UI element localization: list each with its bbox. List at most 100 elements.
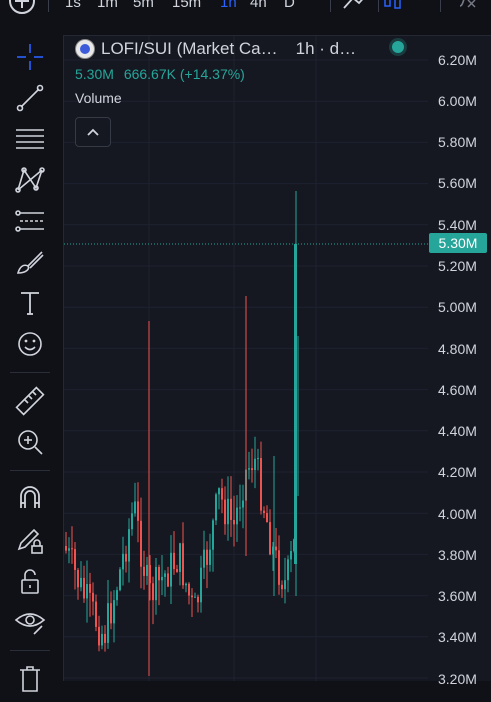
emoji-icon[interactable]: [12, 326, 48, 362]
chart-type-dropdown-icon[interactable]: [414, 0, 428, 10]
candle-body: [215, 494, 217, 521]
brush-icon[interactable]: [12, 244, 48, 280]
candle-body: [161, 576, 163, 581]
crosshair-icon[interactable]: [12, 39, 48, 75]
price-tick: 4.40M: [438, 423, 477, 439]
timeframe-d[interactable]: D: [284, 0, 295, 11]
timeframe-1h[interactable]: 1h: [220, 0, 237, 11]
timeframe-1s[interactable]: 1s: [65, 0, 81, 11]
candle-body: [251, 468, 253, 471]
price-tick: 5.40M: [438, 217, 477, 233]
symbol-logo-icon: [75, 39, 95, 59]
candle-body: [167, 573, 169, 587]
price-tick: 5.80M: [438, 134, 477, 150]
line-chart-type-icon[interactable]: [342, 0, 372, 12]
candle-body: [119, 569, 121, 591]
lock-drawing-icon[interactable]: [12, 522, 48, 558]
trend-line-icon[interactable]: [12, 80, 48, 116]
price-tick: 4.80M: [438, 341, 477, 357]
candle-body: [236, 507, 238, 525]
candle-body: [65, 546, 67, 551]
timeframe-1m[interactable]: 1m: [97, 0, 118, 11]
price-axis[interactable]: 6.20M 6.00M 5.80M 5.60M 5.40M 5.20M 5.00…: [428, 35, 491, 687]
candle-body: [206, 549, 208, 565]
price-tick: 6.20M: [438, 52, 477, 68]
timeframe-4h[interactable]: 4h: [250, 0, 267, 11]
candle-body: [242, 500, 244, 508]
candle-body: [143, 566, 145, 576]
market-status-icon[interactable]: [392, 41, 404, 53]
candlestick-plot: [64, 36, 429, 681]
price-tick: 3.60M: [438, 588, 477, 604]
candle-body: [188, 583, 190, 596]
candle-body: [122, 553, 124, 570]
candle-body: [134, 501, 136, 514]
candle-body: [95, 601, 97, 627]
candle-body: [89, 584, 91, 593]
candle-body: [284, 580, 286, 590]
candle-body: [212, 520, 214, 550]
price-tick: 4.20M: [438, 464, 477, 480]
candle-body: [158, 566, 160, 581]
candle-body: [185, 583, 187, 586]
trash-icon[interactable]: [12, 661, 48, 697]
candle-body: [68, 548, 70, 551]
candle-body: [170, 552, 172, 587]
candle-body: [248, 468, 250, 470]
symbol-title[interactable]: LOFI/SUI (Market Ca…: [101, 39, 278, 59]
candle-body: [104, 633, 106, 643]
candle-chart-type-icon[interactable]: [382, 0, 404, 12]
add-symbol-icon[interactable]: [9, 0, 35, 14]
candle-body: [71, 548, 73, 550]
candle-body: [203, 549, 205, 568]
candle-body: [116, 590, 118, 601]
candle-body: [230, 498, 232, 520]
pattern-icon[interactable]: [12, 162, 48, 198]
sidebar-divider: [10, 650, 50, 651]
timeframe-15m[interactable]: 15m: [172, 0, 201, 11]
candle-body: [152, 583, 154, 601]
zoom-in-icon[interactable]: [12, 424, 48, 460]
candle-body: [125, 553, 127, 562]
candle-body: [131, 513, 133, 530]
indicators-icon[interactable]: [456, 0, 478, 12]
collapse-legend-button[interactable]: [75, 117, 111, 147]
eye-icon[interactable]: [12, 604, 48, 640]
candle-body: [239, 507, 241, 509]
fib-icon[interactable]: [12, 203, 48, 239]
candle-body: [128, 529, 130, 562]
sidebar-divider: [10, 470, 50, 471]
unlock-icon[interactable]: [12, 563, 48, 599]
candle-body: [140, 520, 142, 567]
candle-body: [182, 543, 184, 586]
candle-body: [74, 549, 76, 570]
text-icon[interactable]: [12, 285, 48, 321]
candle-body: [92, 592, 94, 602]
chevron-up-icon: [87, 128, 99, 136]
price-tick: 3.40M: [438, 629, 477, 645]
candle-body: [257, 458, 259, 460]
magnet-icon[interactable]: [12, 481, 48, 517]
candle-body: [260, 458, 262, 511]
candle-body: [281, 584, 283, 590]
chart-pane[interactable]: [63, 35, 429, 681]
candle-body: [218, 488, 220, 495]
candle-body: [269, 522, 271, 555]
price-tick: 5.20M: [438, 258, 477, 274]
timeframe-5m[interactable]: 5m: [133, 0, 154, 11]
timeframe-dropdown-icon[interactable]: [308, 0, 322, 10]
current-price-label: 5.30M: [429, 233, 487, 253]
candle-body: [83, 577, 85, 599]
candle-body: [113, 600, 115, 624]
ruler-icon[interactable]: [12, 383, 48, 419]
candle-body: [194, 596, 196, 598]
price-tick: 6.00M: [438, 93, 477, 109]
candle-body: [227, 498, 229, 525]
candle-body: [110, 603, 112, 624]
horizontal-lines-icon[interactable]: [12, 121, 48, 157]
candle-body: [200, 567, 202, 603]
indicator-volume-label[interactable]: Volume: [75, 90, 415, 106]
candle-body: [224, 499, 226, 525]
sidebar-divider: [10, 372, 50, 373]
candle-body: [137, 501, 139, 521]
